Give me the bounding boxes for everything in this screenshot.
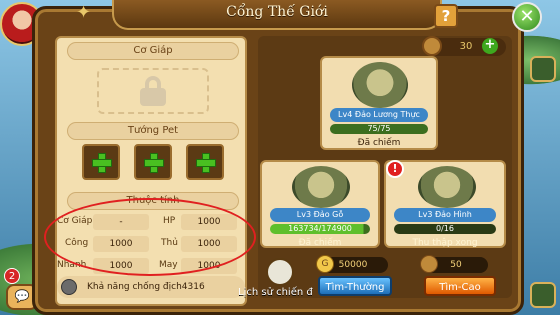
help-button[interactable]: ?	[434, 4, 458, 28]
plus-icon	[196, 153, 216, 173]
island-status: Đã chiếm	[298, 238, 342, 248]
gold-value: 50000	[338, 260, 368, 270]
food-value: 50	[450, 260, 462, 270]
island-card-wood[interactable]: Lv3 Đảo Gỗ 163734/174900 Đã chiếm	[260, 160, 380, 248]
armor-label: Cơ Giáp	[67, 42, 239, 60]
island-food-image	[352, 62, 408, 108]
history-icon[interactable]	[266, 258, 294, 286]
close-button[interactable]: ✕	[512, 2, 542, 32]
pet-slot-1[interactable]	[82, 144, 120, 180]
pet-label: Tướng Pet	[67, 122, 239, 140]
pet-slot-2[interactable]	[134, 144, 172, 180]
island-progress: 75/75	[330, 124, 428, 134]
ornament-icon: ✦	[76, 2, 92, 23]
plus-icon	[92, 153, 112, 173]
window-title: Cổng Thế Giới	[226, 4, 328, 20]
island-status: Thu thập xong	[412, 238, 478, 248]
resource-icon	[422, 36, 442, 56]
island-name: Lv3 Đảo Gỗ	[270, 208, 370, 222]
island-status: Đã chiếm	[357, 138, 401, 148]
ability-text: Khả năng chống địch4316	[87, 282, 205, 292]
history-label[interactable]: Lịch sử chiến đ	[238, 287, 313, 298]
alert-icon[interactable]: !	[386, 160, 404, 178]
side-menu-icon[interactable]	[530, 282, 556, 308]
title-bar: Cổng Thế Giới	[112, 0, 442, 30]
island-shape-image	[418, 166, 476, 208]
lock-icon	[140, 76, 166, 106]
pet-slot-3[interactable]	[186, 144, 224, 180]
notification-badge: 2	[4, 268, 20, 284]
island-name: Lv4 Đảo Lương Thực	[330, 108, 428, 122]
gold-coin-icon: G	[316, 255, 334, 273]
resource-count: 30	[459, 41, 473, 52]
add-resource-button[interactable]: +	[482, 38, 498, 54]
island-card-food[interactable]: Lv4 Đảo Lương Thực 75/75 Đã chiếm	[320, 56, 438, 150]
island-progress: 163734/174900	[270, 224, 370, 234]
island-wood-image	[292, 166, 350, 208]
window-header: ✦ Cổng Thế Giới ? ✕	[32, 0, 542, 36]
highlight-circle	[44, 198, 256, 276]
search-advanced-button[interactable]: Tìm-Cao	[424, 276, 496, 296]
ability-bar: Khả năng chống địch4316	[57, 276, 245, 298]
food-icon	[420, 255, 438, 273]
island-progress: 0/16	[394, 224, 496, 234]
bomb-icon	[61, 279, 77, 295]
island-name: Lv3 Đảo Hình	[394, 208, 496, 222]
plus-icon	[144, 153, 164, 173]
side-map-icon[interactable]	[530, 56, 556, 82]
search-normal-button[interactable]: Tìm-Thường	[318, 276, 392, 296]
